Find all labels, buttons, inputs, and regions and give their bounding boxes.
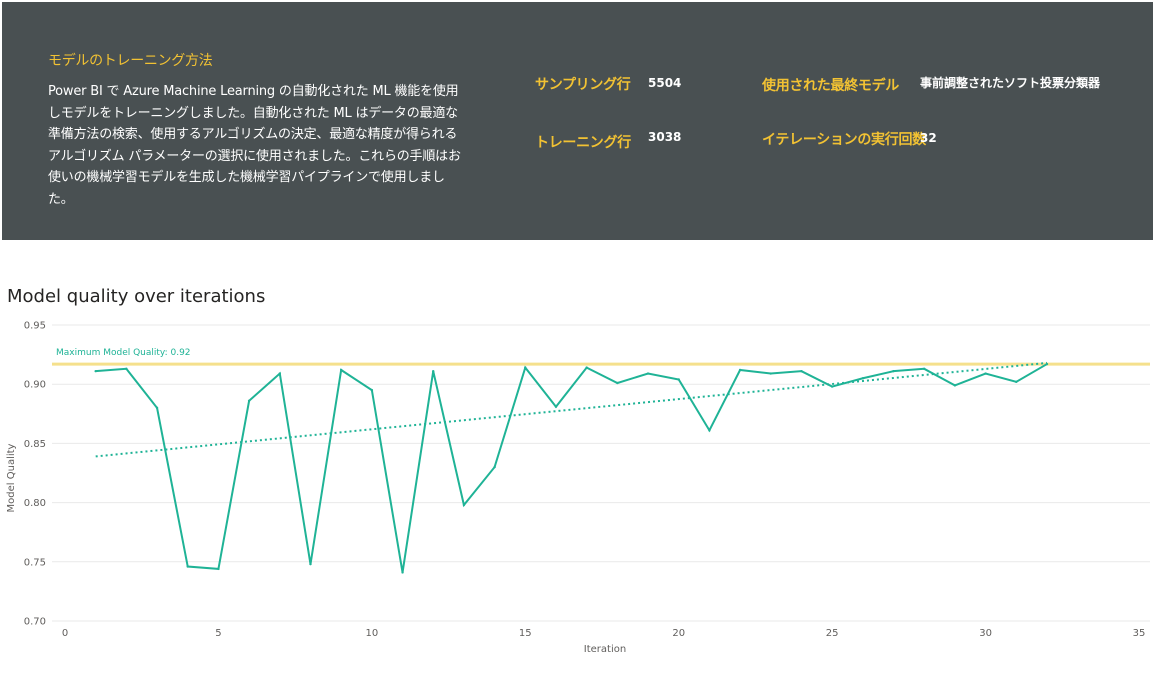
x-tick-label: 35 (1133, 628, 1146, 639)
y-tick-label: 0.70 (24, 617, 46, 628)
data-point (554, 405, 558, 408)
data-point (984, 372, 987, 375)
training-rows-value: 3038 (648, 130, 682, 144)
x-tick-label: 0 (62, 628, 68, 639)
final-model-value: 事前調整されたソフト投票分類器 (920, 76, 1101, 90)
x-tick-label: 30 (979, 628, 992, 639)
data-point (401, 571, 404, 574)
training-rows-label: トレーニング行 (535, 135, 631, 151)
iterations-value: 32 (920, 131, 937, 145)
chart-title: Model quality over iterations (7, 286, 266, 307)
data-point (800, 369, 803, 373)
data-point (278, 372, 281, 375)
data-point (1015, 380, 1018, 384)
data-point (923, 367, 926, 371)
model-quality-chart: 0.70 0.75 0.80 0.85 0.90 0.95 0 5 10 15 20 25 30 35 It… (6, 321, 1150, 655)
iterations-label: イテレーションの実行回数 (762, 132, 926, 148)
y-axis-title: Model Quality (6, 443, 17, 512)
x-tick-label: 5 (215, 628, 221, 639)
data-point (616, 381, 619, 385)
data-point (432, 369, 435, 373)
data-point (769, 372, 772, 375)
data-point (370, 388, 374, 392)
data-point (524, 366, 527, 369)
data-point (646, 372, 650, 375)
data-point (1045, 362, 1049, 366)
x-tick-label: 10 (365, 628, 378, 639)
x-tick-label: 15 (519, 628, 532, 639)
y-tick-label: 0.75 (24, 557, 46, 568)
data-point (493, 465, 496, 469)
trendline (95, 361, 1048, 458)
data-point (861, 377, 865, 380)
data-point (738, 368, 742, 372)
final-model-label: 使用された最終モデル (762, 78, 899, 94)
data-point (462, 503, 466, 507)
data-point (585, 366, 588, 369)
x-tick-label: 20 (672, 628, 685, 639)
data-point (217, 567, 220, 571)
data-point (892, 369, 895, 373)
data-point (677, 378, 680, 381)
y-tick-label: 0.95 (24, 321, 46, 332)
data-point (708, 429, 711, 432)
panel-title: モデルのトレーニング方法 (48, 53, 213, 69)
model-training-panel: モデルのトレーニング方法 Power BI で Azure Machine Le… (2, 2, 1153, 240)
data-point (339, 368, 343, 372)
series-line (95, 363, 1048, 573)
data-point (94, 369, 97, 373)
y-tick-label: 0.80 (24, 498, 46, 509)
y-tick-label: 0.90 (24, 380, 46, 391)
data-point (186, 565, 189, 568)
y-tick-label: 0.85 (24, 439, 46, 450)
panel-description: Power BI で Azure Machine Learning の自動化され… (48, 84, 461, 207)
data-point (247, 399, 251, 402)
data-point (155, 406, 159, 410)
sampling-rows-value: 5504 (648, 76, 682, 90)
sampling-rows-label: サンプリング行 (535, 77, 631, 93)
data-point (125, 367, 128, 371)
data-point (953, 384, 957, 387)
max-quality-label: Maximum Model Quality: 0.92 (56, 348, 191, 358)
data-point (309, 562, 312, 566)
x-tick-label: 25 (826, 628, 839, 639)
data-point (830, 385, 834, 388)
x-axis-title: Iteration (584, 644, 626, 655)
